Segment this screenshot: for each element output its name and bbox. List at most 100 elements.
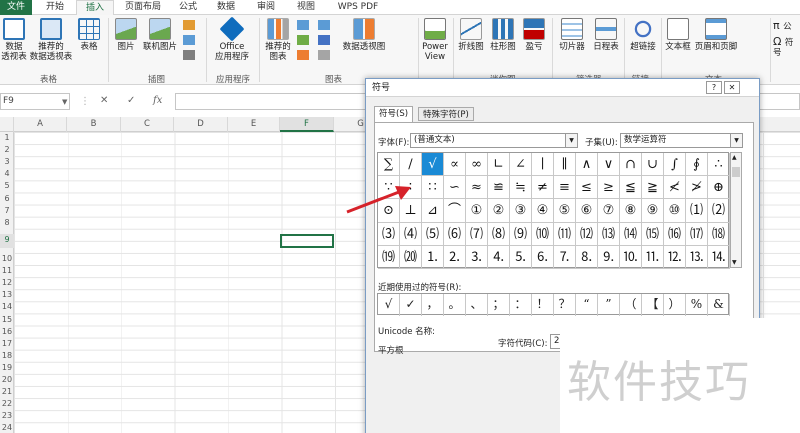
- symbol-cell[interactable]: ≠: [532, 176, 554, 200]
- recent-symbol-cell[interactable]: ，: [422, 294, 444, 316]
- line-chart-icon[interactable]: [297, 35, 309, 45]
- office-apps-button[interactable]: Office 应用程序: [208, 16, 256, 62]
- symbol-cell[interactable]: ≤: [576, 176, 598, 200]
- column-header[interactable]: D: [174, 117, 228, 132]
- symbol-cell[interactable]: ≌: [488, 176, 510, 200]
- symbol-cell[interactable]: ∽: [444, 176, 466, 200]
- symbol-cell[interactable]: ∪: [642, 153, 664, 177]
- bar-chart-icon[interactable]: [318, 20, 330, 30]
- symbol-cell[interactable]: ⒂: [642, 222, 664, 246]
- recent-symbol-cell[interactable]: ？: [554, 294, 576, 316]
- pivot-table-button[interactable]: 数据 透视表: [0, 18, 28, 62]
- tab-page-layout[interactable]: 页面布局: [118, 0, 168, 15]
- textbox-button[interactable]: 文本框: [663, 18, 693, 52]
- smartart-icon[interactable]: [183, 35, 195, 45]
- area-chart-icon[interactable]: [318, 35, 330, 45]
- symbol-cell[interactable]: ⑻: [488, 222, 510, 246]
- symbol-cell[interactable]: ⑷: [400, 222, 422, 246]
- row-header[interactable]: 17: [0, 338, 14, 350]
- symbol-cell[interactable]: ⒒: [642, 245, 664, 269]
- symbol-cell[interactable]: ⑺: [466, 222, 488, 246]
- symbol-cell[interactable]: ⊿: [422, 199, 444, 223]
- symbol-cell[interactable]: ③: [510, 199, 532, 223]
- symbol-cell[interactable]: ⑩: [664, 199, 686, 223]
- symbol-cell[interactable]: ≦: [620, 176, 642, 200]
- row-header[interactable]: 5: [0, 180, 14, 192]
- scroll-down-icon[interactable]: ▼: [732, 259, 737, 266]
- power-view-button[interactable]: Power View: [420, 18, 450, 62]
- row-header[interactable]: 19: [0, 362, 14, 374]
- row-header[interactable]: 24: [0, 422, 14, 432]
- sparkline-winloss-button[interactable]: 盈亏: [520, 18, 548, 52]
- symbol-cell[interactable]: ≧: [642, 176, 664, 200]
- scroll-thumb[interactable]: [732, 167, 740, 177]
- symbol-cell[interactable]: ⒊: [466, 245, 488, 269]
- recent-symbol-cell[interactable]: ：: [510, 294, 532, 316]
- tab-data[interactable]: 数据: [210, 0, 242, 15]
- symbol-cell[interactable]: ⑼: [510, 222, 532, 246]
- symbol-cell[interactable]: ⒇: [400, 245, 422, 269]
- row-header-selected[interactable]: 9: [0, 234, 14, 248]
- name-box[interactable]: F9: [0, 93, 70, 110]
- row-header[interactable]: 4: [0, 168, 14, 180]
- symbol-cell[interactable]: ∠: [510, 153, 532, 177]
- symbol-cell[interactable]: ∴: [708, 153, 730, 177]
- symbol-cell[interactable]: ⊕: [708, 176, 730, 200]
- equation-button[interactable]: π 公: [773, 20, 800, 32]
- symbol-cell[interactable]: ⑾: [554, 222, 576, 246]
- shapes-icon[interactable]: [183, 20, 195, 30]
- cancel-entry-icon[interactable]: ✕: [100, 95, 108, 106]
- row-header[interactable]: 3: [0, 156, 14, 168]
- symbol-cell[interactable]: ∫: [664, 153, 686, 177]
- pivot-chart-button[interactable]: 数据透视图: [340, 18, 388, 52]
- column-header-selected[interactable]: F: [280, 117, 334, 132]
- symbol-cell[interactable]: ≡: [554, 176, 576, 200]
- symbol-cell[interactable]: ⒁: [620, 222, 642, 246]
- symbol-cell[interactable]: ⒀: [598, 222, 620, 246]
- symbol-cell[interactable]: ⒎: [554, 245, 576, 269]
- symbol-cell[interactable]: ⒑: [620, 245, 642, 269]
- row-header[interactable]: 6: [0, 193, 14, 205]
- symbol-cell[interactable]: ⒌: [510, 245, 532, 269]
- recent-symbol-cell[interactable]: &: [708, 294, 730, 316]
- recent-symbol-cell[interactable]: 【: [642, 294, 664, 316]
- tab-formulas[interactable]: 公式: [172, 0, 204, 15]
- symbol-cell[interactable]: ⑶: [378, 222, 400, 246]
- tab-insert[interactable]: 插入: [76, 0, 114, 15]
- subset-select[interactable]: 数学运算符 ▼: [620, 133, 743, 148]
- select-all-corner[interactable]: [0, 117, 14, 132]
- symbol-cell[interactable]: ⒔: [686, 245, 708, 269]
- symbol-cell[interactable]: ∷: [422, 176, 444, 200]
- symbol-cell[interactable]: ⑧: [620, 199, 642, 223]
- symbol-cell[interactable]: ⑿: [576, 222, 598, 246]
- confirm-entry-icon[interactable]: ✓: [127, 95, 135, 106]
- close-button[interactable]: ✕: [724, 81, 740, 94]
- column-header[interactable]: C: [121, 117, 174, 132]
- recent-symbol-cell[interactable]: ；: [488, 294, 510, 316]
- symbol-cell[interactable]: ⒄: [686, 222, 708, 246]
- symbol-cell[interactable]: ∥: [554, 153, 576, 177]
- scroll-up-icon[interactable]: ▲: [732, 154, 737, 161]
- row-header[interactable]: 15: [0, 314, 14, 326]
- symbol-cell[interactable]: ⒐: [598, 245, 620, 269]
- symbol-cell[interactable]: ∩: [620, 153, 642, 177]
- symbol-cell[interactable]: ⒋: [488, 245, 510, 269]
- recent-symbol-cell[interactable]: “: [576, 294, 598, 316]
- recent-symbol-cell[interactable]: √: [378, 294, 400, 316]
- row-header[interactable]: 2: [0, 144, 14, 156]
- symbol-cell[interactable]: ⑥: [576, 199, 598, 223]
- screenshot-icon[interactable]: [183, 50, 195, 60]
- tab-home[interactable]: 开始: [38, 0, 72, 15]
- tab-file[interactable]: 文件: [0, 0, 32, 15]
- name-box-dropdown-icon[interactable]: ▼: [62, 98, 67, 106]
- recent-symbol-cell[interactable]: ！: [532, 294, 554, 316]
- table-button[interactable]: 表格: [76, 18, 102, 52]
- recent-symbol-cell[interactable]: 、: [466, 294, 488, 316]
- symbol-cell[interactable]: ∨: [598, 153, 620, 177]
- header-footer-button[interactable]: 页眉和页脚: [693, 18, 739, 52]
- column-header[interactable]: E: [228, 117, 280, 132]
- row-header[interactable]: 16: [0, 326, 14, 338]
- timeline-button[interactable]: 日程表: [589, 18, 623, 52]
- tab-review[interactable]: 审阅: [250, 0, 282, 15]
- row-header[interactable]: 7: [0, 205, 14, 217]
